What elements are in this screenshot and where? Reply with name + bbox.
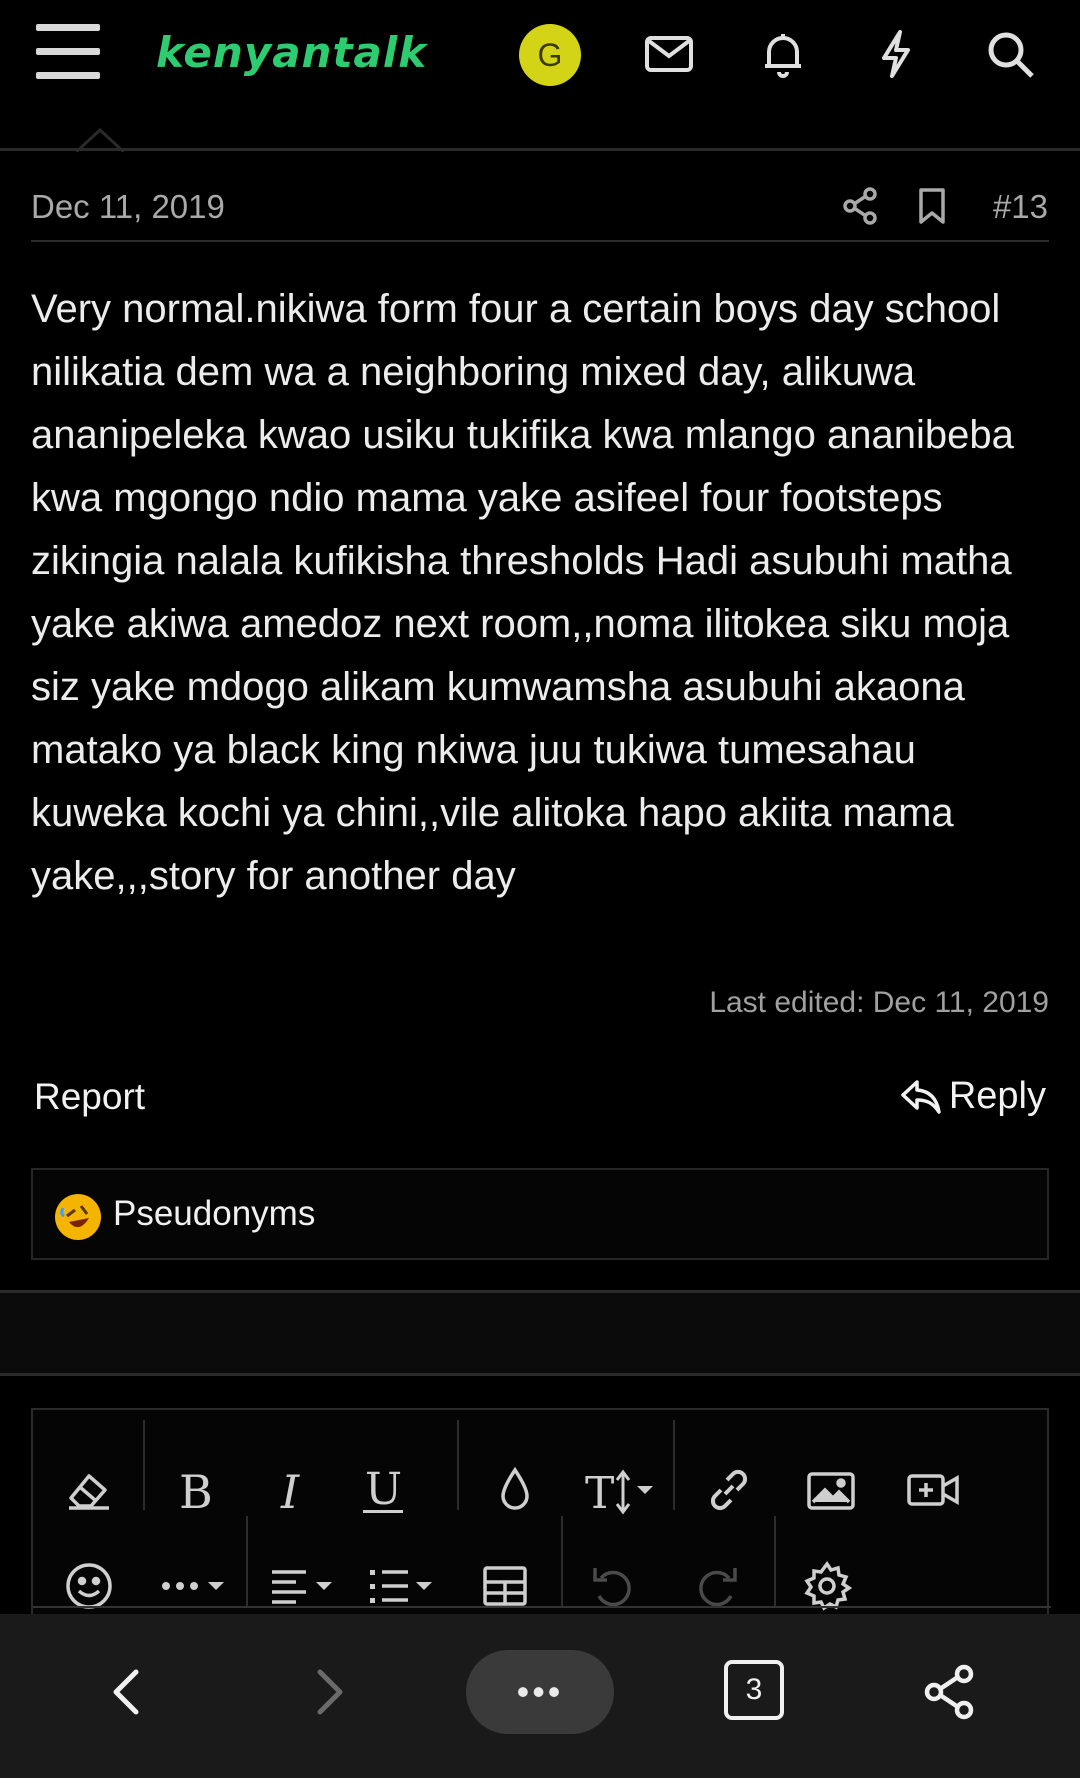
spacer-band — [0, 1293, 1080, 1373]
reply-icon — [901, 1080, 941, 1114]
table-icon[interactable] — [469, 1550, 541, 1622]
browser-bottom-bar: ••• 3 — [0, 1614, 1080, 1778]
reply-button[interactable]: Reply — [899, 1074, 1046, 1118]
svg-text:I: I — [280, 1465, 300, 1518]
align-icon[interactable] — [261, 1550, 351, 1622]
underline-icon[interactable]: U — [347, 1454, 419, 1526]
reply-label: Reply — [948, 1074, 1046, 1117]
video-icon[interactable] — [897, 1454, 969, 1526]
reaction-users[interactable]: Pseudonyms — [113, 1194, 315, 1234]
post-body: Very normal.nikiwa form four a certain b… — [31, 287, 1014, 898]
svg-text:U: U — [365, 1464, 402, 1515]
toolbar-separator — [246, 1516, 248, 1606]
post-date[interactable]: Dec 11, 2019 — [31, 188, 225, 226]
share-icon[interactable] — [838, 184, 882, 228]
share-icon[interactable] — [910, 1652, 990, 1732]
bold-icon[interactable]: B — [161, 1454, 233, 1526]
bookmark-icon[interactable] — [910, 184, 954, 228]
toolbar-separator — [673, 1420, 675, 1510]
reactions-bar[interactable]: Pseudonyms — [31, 1168, 1049, 1260]
avatar[interactable]: G — [519, 24, 581, 86]
toolbar-separator — [774, 1516, 776, 1606]
rofl-emoji-icon — [55, 1194, 101, 1240]
post-number[interactable]: #13 — [993, 188, 1048, 226]
toolbar-separator — [143, 1420, 145, 1510]
report-link[interactable]: Report — [34, 1076, 145, 1118]
svg-text:B: B — [179, 1465, 213, 1518]
toolbar-separator — [561, 1516, 563, 1606]
tabs-button[interactable]: 3 — [724, 1660, 784, 1720]
image-icon[interactable] — [795, 1454, 867, 1526]
forward-icon[interactable] — [288, 1652, 368, 1732]
lightning-icon[interactable] — [866, 24, 926, 84]
section-divider — [0, 1373, 1080, 1376]
last-edited: Last edited: Dec 11, 2019 — [709, 986, 1049, 1019]
meta-divider — [31, 240, 1049, 242]
smiley-icon[interactable] — [53, 1550, 125, 1622]
editor-divider — [33, 1606, 1051, 1608]
menu-icon[interactable] — [36, 24, 100, 84]
italic-icon[interactable]: I — [259, 1454, 331, 1526]
back-icon[interactable] — [88, 1652, 168, 1732]
top-header: kenyantalk G — [0, 0, 1080, 112]
svg-text:T: T — [585, 1468, 614, 1518]
text-size-icon[interactable]: T — [573, 1454, 673, 1526]
undo-icon[interactable] — [577, 1550, 649, 1622]
settings-icon[interactable] — [791, 1550, 863, 1622]
list-icon[interactable] — [361, 1550, 451, 1622]
search-icon[interactable] — [980, 24, 1040, 84]
toolbar-separator — [457, 1420, 459, 1510]
bell-icon[interactable] — [753, 24, 813, 84]
site-logo[interactable]: kenyantalk — [156, 28, 427, 77]
more-menu-button[interactable]: ••• — [466, 1650, 614, 1734]
header-divider — [0, 148, 1080, 151]
mail-icon[interactable] — [639, 24, 699, 84]
eraser-icon[interactable] — [53, 1454, 125, 1526]
color-drop-icon[interactable] — [479, 1454, 551, 1526]
more-options-icon[interactable] — [151, 1550, 241, 1622]
link-icon[interactable] — [693, 1454, 765, 1526]
redo-icon[interactable] — [681, 1550, 753, 1622]
